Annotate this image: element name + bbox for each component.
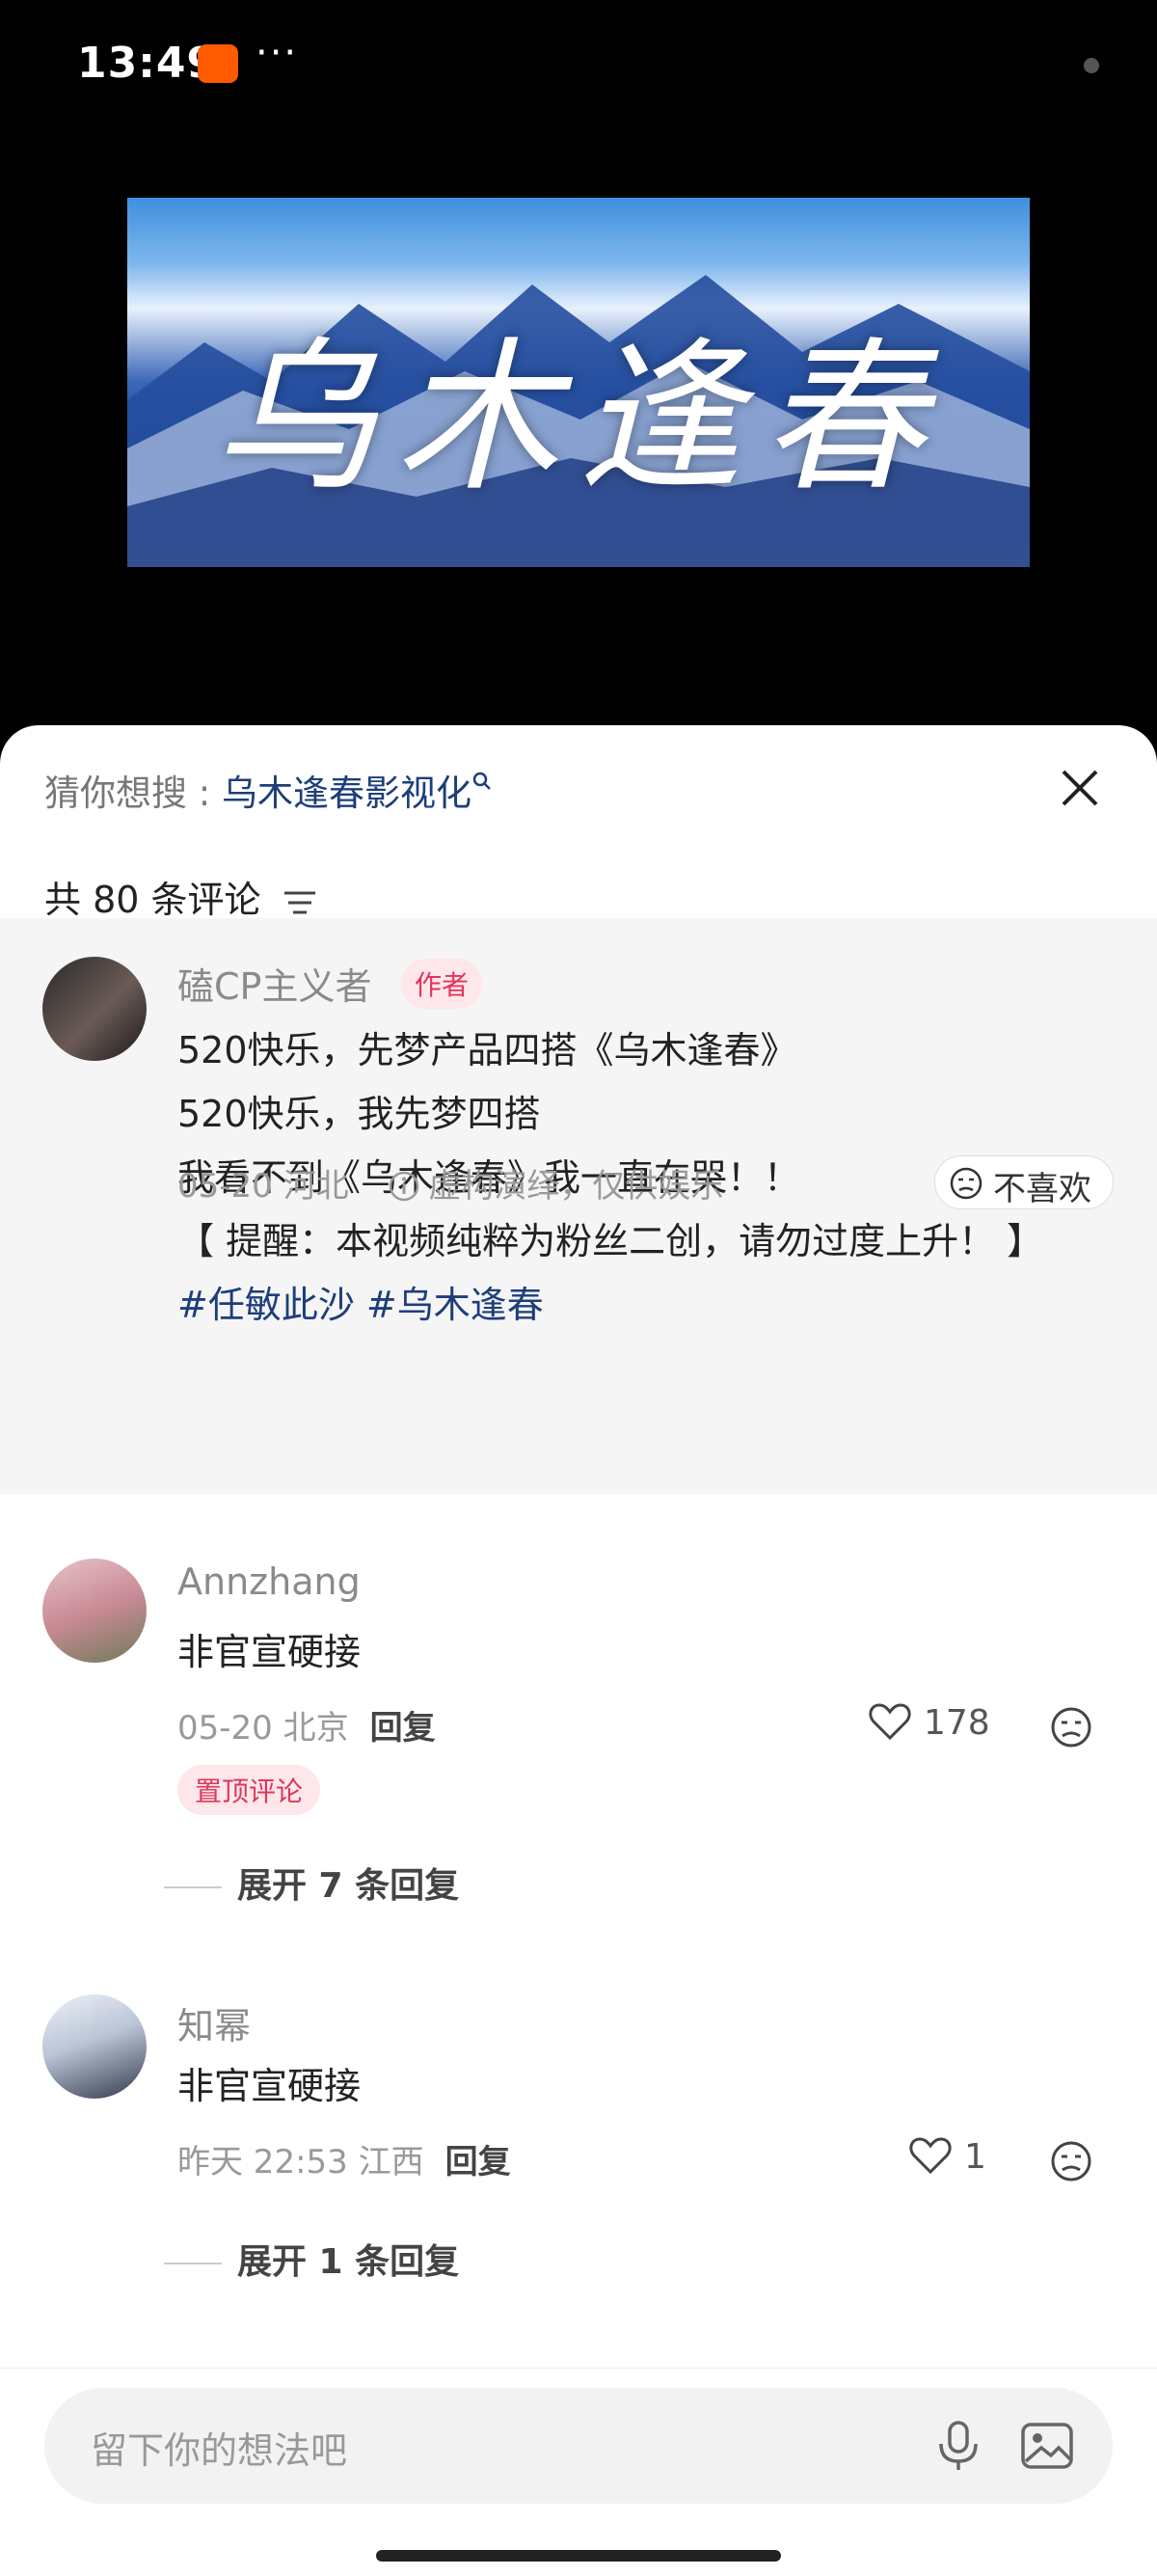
divider [164, 1886, 222, 1888]
author-comment: 磕CP主义者 作者 520快乐，先梦产品四搭《乌木逢春》 520快乐，我先梦四搭… [0, 918, 1157, 1494]
comment-meta: 05-20 北京 回复 [177, 1701, 436, 1749]
camera-dot-icon [1084, 58, 1099, 73]
comment-meta: 昨天 22:53 江西 回复 [177, 2135, 511, 2183]
disclaimer-text: 虚构演绎，仅供娱乐 [428, 1167, 724, 1206]
comment-input[interactable]: 留下你的想法吧 [44, 2388, 1113, 2504]
sort-icon[interactable] [283, 889, 317, 916]
comment-sheet: 猜你想搜 : 乌木逢春影视化 共 80 条评论 磕CP主义者 作者 520快乐，… [0, 725, 1157, 2575]
comment-input-area: 留下你的想法吧 [0, 2368, 1157, 2576]
comment-date-location: 昨天 22:53 江西 [177, 2143, 424, 2182]
heart-icon [869, 1703, 911, 1741]
avatar[interactable] [42, 957, 147, 1061]
expand-replies[interactable]: 展开 7 条回复 [164, 1857, 459, 1908]
author-comment-meta: 05-20 河北 虚构演绎，仅供娱乐 [177, 1159, 723, 1207]
comment-count-row: 共 80 条评论 [44, 870, 317, 923]
suggest-query-link[interactable]: 乌木逢春影视化 [222, 773, 471, 814]
dislike-button[interactable]: 不喜欢 [934, 1155, 1114, 1209]
input-placeholder: 留下你的想法吧 [91, 2429, 348, 2472]
comment-username[interactable]: 知幂 [177, 1996, 251, 2049]
like-count: 1 [964, 2137, 986, 2177]
like-button[interactable]: 1 [908, 2135, 986, 2177]
image-icon[interactable] [1018, 2417, 1076, 2475]
app-notification-icon [198, 44, 238, 83]
comment-line: 520快乐，先梦产品四搭《乌木逢春》 [177, 1029, 797, 1071]
like-count: 178 [924, 1703, 990, 1743]
comment-username[interactable]: 磕CP主义者 [177, 957, 371, 1010]
video-banner-image: 乌木逢春 [127, 198, 1030, 567]
reply-button[interactable]: 回复 [370, 1709, 436, 1748]
search-icon [472, 772, 491, 790]
search-suggestion[interactable]: 猜你想搜 : 乌木逢春影视化 [44, 764, 493, 816]
dislike-label: 不喜欢 [993, 1170, 1091, 1208]
reply-button[interactable]: 回复 [445, 2143, 511, 2182]
like-button[interactable]: 178 [868, 1701, 990, 1743]
comment-line: 【 提醒：本视频纯粹为粉丝二创，请勿过度上升！ 】 [177, 1220, 1044, 1262]
hashtags[interactable]: #任敏此沙 #乌木逢春 [177, 1273, 1132, 1337]
expand-replies[interactable]: 展开 1 条回复 [164, 2234, 459, 2284]
author-badge: 作者 [401, 959, 483, 1009]
dislike-face-icon[interactable] [1049, 1705, 1093, 1749]
close-icon[interactable] [1056, 764, 1104, 812]
dislike-face-icon [950, 1167, 982, 1200]
disclaimer: 虚构演绎，仅供娱乐 [388, 1167, 723, 1206]
home-indicator [376, 2550, 781, 2562]
avatar[interactable] [42, 1994, 147, 2099]
dislike-face-icon[interactable] [1049, 2139, 1093, 2183]
expand-replies-label: 展开 1 条回复 [237, 2242, 460, 2282]
status-bar: 13:49 ··· [0, 0, 1157, 135]
comment-username[interactable]: Annzhang [177, 1560, 361, 1603]
comment-count: 共 80 条评论 [44, 879, 261, 921]
comment-date-location: 05-20 北京 [177, 1709, 349, 1748]
comment-date-location: 05-20 河北 [177, 1167, 349, 1206]
avatar[interactable] [42, 1559, 147, 1663]
comment-text: 非官宣硬接 [177, 2065, 362, 2107]
mic-icon[interactable] [929, 2417, 987, 2475]
suggest-label: 猜你想搜 : [44, 773, 222, 814]
heart-icon [909, 2137, 952, 2175]
more-status-icon: ··· [256, 31, 299, 75]
status-time: 13:49 [77, 39, 218, 88]
info-icon [390, 1171, 419, 1202]
expand-replies-label: 展开 7 条回复 [237, 1866, 460, 1906]
comment-text: 非官宣硬接 [177, 1631, 362, 1673]
pinned-badge: 置顶评论 [177, 1765, 321, 1815]
banner-title: 乌木逢春 [211, 323, 945, 514]
comment-line: 520快乐，我先梦四搭 [177, 1093, 541, 1135]
divider [164, 2263, 222, 2264]
